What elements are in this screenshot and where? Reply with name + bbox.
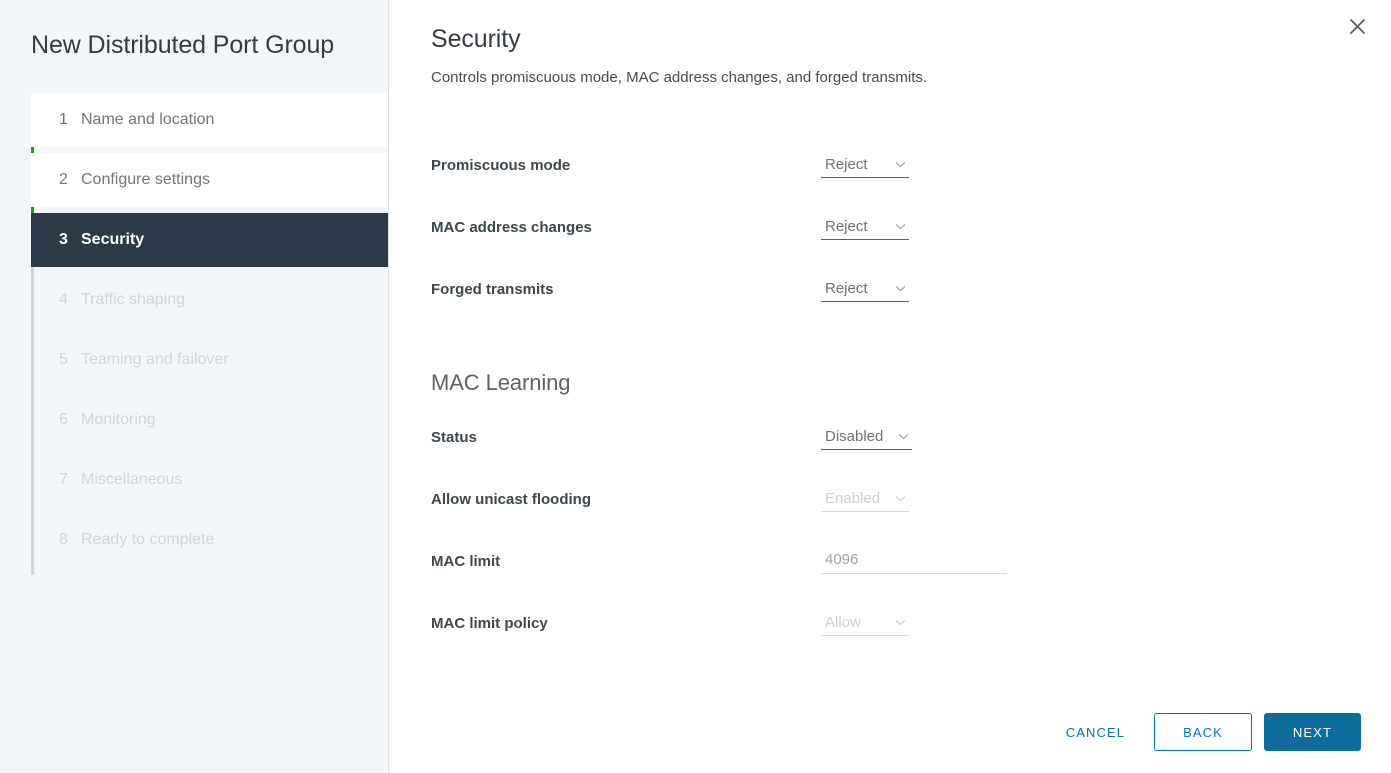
chevron-down-icon — [894, 220, 907, 233]
step-label: Traffic shaping — [81, 291, 186, 308]
allow-unicast-flooding-value: Enabled — [825, 490, 881, 507]
mac-learning-status-select[interactable]: Disabled — [821, 424, 913, 450]
step-label: Configure settings — [81, 171, 210, 188]
promiscuous-mode-label: Promiscuous mode — [431, 156, 571, 174]
step-number: 2 — [59, 171, 68, 188]
mac-limit-policy-control: Allow — [821, 610, 909, 636]
sidebar-item-configure-settings[interactable]: 2 Configure settings — [31, 153, 388, 207]
chevron-down-icon — [894, 492, 907, 505]
sidebar-item-name-and-location[interactable]: 1 Name and location — [31, 93, 388, 147]
mac-address-changes-label: MAC address changes — [431, 218, 592, 236]
chevron-down-icon — [894, 282, 907, 295]
wizard-sidebar: New Distributed Port Group 1 Name and lo… — [0, 0, 389, 773]
security-form: Promiscuous mode Reject MAC address chan… — [389, 88, 1391, 654]
form-row-mac-limit: MAC limit — [431, 530, 1349, 592]
step-number: 1 — [59, 111, 68, 128]
step-number: 5 — [59, 351, 68, 368]
step-number: 7 — [59, 471, 68, 488]
new-distributed-port-group-wizard: New Distributed Port Group 1 Name and lo… — [0, 0, 1391, 773]
close-icon — [1349, 18, 1366, 35]
mac-limit-input — [821, 548, 1007, 574]
allow-unicast-flooding-label: Allow unicast flooding — [431, 490, 591, 508]
step-label: Monitoring — [81, 411, 156, 428]
chevron-down-icon — [897, 430, 910, 443]
mac-address-changes-select[interactable]: Reject — [821, 214, 909, 240]
step-label: Name and location — [81, 111, 215, 128]
sidebar-item-security[interactable]: 3 Security — [31, 213, 388, 267]
page-header: Security Controls promiscuous mode, MAC … — [389, 0, 1391, 88]
mac-learning-status-value: Disabled — [825, 428, 884, 445]
promiscuous-mode-select[interactable]: Reject — [821, 152, 909, 178]
form-row-forged-transmits: Forged transmits Reject — [431, 258, 1349, 320]
mac-limit-label: MAC limit — [431, 552, 501, 570]
sidebar-item-miscellaneous[interactable]: 7 Miscellaneous — [31, 453, 388, 507]
mac-learning-heading: MAC Learning — [431, 370, 571, 395]
next-button[interactable]: NEXT — [1263, 713, 1361, 751]
status-control: Disabled — [821, 424, 913, 450]
form-row-status: Status Disabled — [431, 406, 1349, 468]
step-list: 1 Name and location 2 Configure settings… — [31, 93, 388, 567]
chevron-down-icon — [894, 616, 907, 629]
form-row-mac-address-changes: MAC address changes Reject — [431, 196, 1349, 258]
wizard-step-navigation: 1 Name and location 2 Configure settings… — [0, 93, 388, 575]
form-row-mac-limit-policy: MAC limit policy Allow — [431, 592, 1349, 654]
chevron-down-icon — [894, 158, 907, 171]
wizard-title: New Distributed Port Group — [31, 31, 335, 59]
mac-limit-policy-label: MAC limit policy — [431, 614, 548, 632]
promiscuous-mode-control: Reject — [821, 152, 909, 178]
forged-transmits-control: Reject — [821, 276, 909, 302]
close-button[interactable] — [1341, 10, 1373, 42]
step-number: 8 — [59, 531, 68, 548]
sidebar-item-monitoring[interactable]: 6 Monitoring — [31, 393, 388, 447]
mac-limit-policy-value: Allow — [825, 614, 861, 631]
mac-address-changes-control: Reject — [821, 214, 909, 240]
allow-unicast-flooding-select: Enabled — [821, 486, 910, 512]
step-number: 3 — [59, 231, 68, 248]
step-label: Miscellaneous — [81, 471, 183, 488]
form-row-allow-unicast-flooding: Allow unicast flooding Enabled — [431, 468, 1349, 530]
status-label: Status — [431, 428, 477, 446]
page-subtitle: Controls promiscuous mode, MAC address c… — [431, 69, 928, 86]
mac-address-changes-value: Reject — [825, 218, 868, 235]
form-row-promiscuous-mode: Promiscuous mode Reject — [431, 134, 1349, 196]
sidebar-item-traffic-shaping[interactable]: 4 Traffic shaping — [31, 273, 388, 327]
step-label: Security — [81, 231, 145, 248]
sidebar-item-teaming-and-failover[interactable]: 5 Teaming and failover — [31, 333, 388, 387]
step-number: 6 — [59, 411, 68, 428]
back-button[interactable]: BACK — [1154, 713, 1252, 751]
allow-unicast-flooding-control: Enabled — [821, 486, 910, 512]
wizard-main-panel: Security Controls promiscuous mode, MAC … — [389, 0, 1391, 773]
promiscuous-mode-value: Reject — [825, 156, 868, 173]
forged-transmits-select[interactable]: Reject — [821, 276, 909, 302]
step-number: 4 — [59, 291, 68, 308]
mac-limit-policy-select: Allow — [821, 610, 909, 636]
step-label: Teaming and failover — [81, 351, 229, 368]
cancel-button[interactable]: CANCEL — [1047, 713, 1144, 751]
mac-limit-control — [821, 548, 1007, 574]
forged-transmits-value: Reject — [825, 280, 868, 297]
page-title: Security — [431, 25, 521, 53]
sidebar-item-ready-to-complete[interactable]: 8 Ready to complete — [31, 513, 388, 567]
wizard-footer: CANCEL BACK NEXT — [1047, 713, 1361, 751]
forged-transmits-label: Forged transmits — [431, 280, 554, 298]
step-label: Ready to complete — [81, 531, 215, 548]
